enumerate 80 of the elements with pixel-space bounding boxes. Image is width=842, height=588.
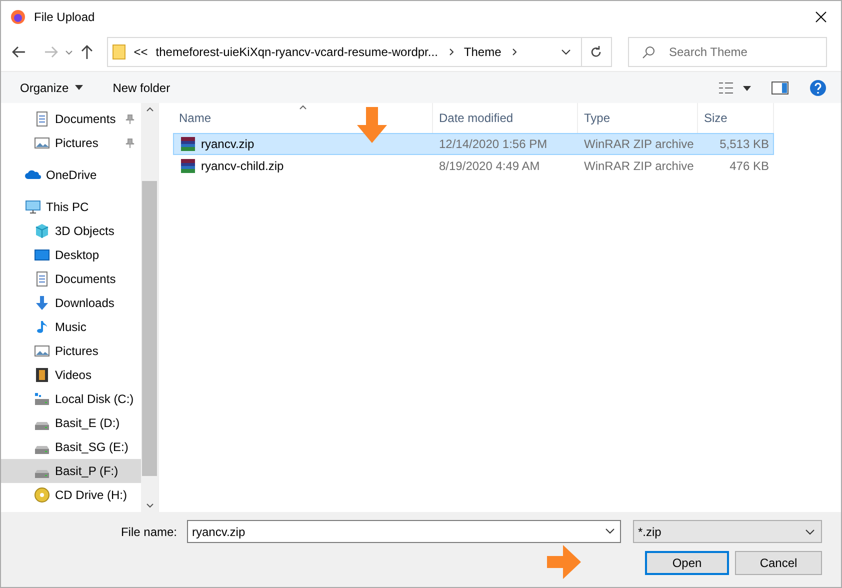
film-icon xyxy=(34,367,50,383)
browser-logo-icon xyxy=(10,9,26,25)
new-folder-button[interactable]: New folder xyxy=(112,80,170,94)
pin-icon[interactable] xyxy=(125,138,135,148)
help-icon[interactable] xyxy=(809,78,827,96)
sidebar-item[interactable]: Basit_E (D:) xyxy=(1,411,141,435)
picture-icon xyxy=(34,135,50,151)
window-title: File Upload xyxy=(34,10,96,24)
sidebar-item[interactable]: Documents xyxy=(1,267,141,291)
cd-icon xyxy=(34,487,50,503)
size-cell-text: 476 KB xyxy=(728,159,770,173)
size-cell-text: 5,513 KB xyxy=(718,137,770,151)
file-type-dropdown[interactable]: *.zip xyxy=(633,520,822,543)
archive-books-icon xyxy=(180,136,196,152)
sidebar-item[interactable]: Local Disk (C:) xyxy=(1,387,141,411)
organize-menu[interactable]: Organize xyxy=(20,80,83,94)
archive-books-icon xyxy=(180,158,196,174)
chevron-down-icon xyxy=(805,528,815,534)
desktop-icon xyxy=(34,247,50,263)
sidebar-item[interactable]: CD Drive (H:) xyxy=(1,483,141,507)
dialog-button[interactable]: Cancel xyxy=(735,551,822,575)
search-icon xyxy=(642,45,656,59)
scrollbar[interactable] xyxy=(141,103,158,512)
preview-pane-icon[interactable] xyxy=(771,80,789,94)
sidebar-item[interactable]: OneDrive xyxy=(1,163,141,187)
breadcrumb[interactable]: themeforest-uieKiXqn-ryancv-vcard-resume-wordpr... xyxy=(156,45,438,59)
dialog-button[interactable]: Open xyxy=(645,551,729,575)
type-cell-text: WinRAR ZIP archive xyxy=(583,137,695,151)
arrow-right-icon xyxy=(547,545,581,579)
scroll-up-icon[interactable] xyxy=(146,107,154,112)
sidebar-item[interactable]: Desktop xyxy=(1,243,141,267)
chevron-right-icon[interactable] xyxy=(511,48,520,56)
breadcrumb[interactable]: Theme xyxy=(464,45,502,59)
picture-icon xyxy=(34,343,50,359)
file-row[interactable]: ryancv.zip 12/14/2020 1:56 PM WinRAR ZIP archive 5,513 KB xyxy=(173,133,774,155)
recent-chevron-icon[interactable] xyxy=(64,50,73,54)
date-cell-text: 12/14/2020 1:56 PM xyxy=(438,137,548,151)
file-name-label: File name: xyxy=(120,524,177,538)
document-icon xyxy=(34,271,50,287)
type-cell-text: WinRAR ZIP archive xyxy=(583,159,695,173)
chevron-down-icon xyxy=(605,528,615,534)
disk-drive-icon xyxy=(34,445,50,454)
up-arrow-icon[interactable] xyxy=(78,44,95,60)
caret-icon xyxy=(74,85,83,90)
search-field[interactable]: Search Theme xyxy=(628,37,827,67)
sidebar-item[interactable]: Pictures xyxy=(1,339,141,363)
sidebar-item[interactable]: Videos xyxy=(1,363,141,387)
disk-drive-icon xyxy=(34,391,50,407)
address-overflow[interactable]: << xyxy=(134,45,148,59)
sidebar-item[interactable]: 3D Objects xyxy=(1,219,141,243)
pin-icon[interactable] xyxy=(125,114,135,124)
sidebar-item[interactable]: Pictures xyxy=(1,131,141,155)
disk-drive-icon xyxy=(34,421,50,430)
sort-caret-icon xyxy=(299,105,307,110)
scroll-down-icon[interactable] xyxy=(146,503,154,508)
file-name: ryancv.zip xyxy=(201,137,254,151)
sidebar-item[interactable]: Basit_SG (E:) xyxy=(1,435,141,459)
sidebar-item[interactable]: Music xyxy=(1,315,141,339)
file-name-field[interactable]: ryancv.zip xyxy=(187,520,621,543)
file-name: ryancv-child.zip xyxy=(201,159,284,173)
sidebar-item[interactable]: This PC xyxy=(1,195,141,219)
view-options-icon[interactable] xyxy=(719,82,753,94)
back-arrow-icon[interactable] xyxy=(11,44,27,60)
chevron-down-icon xyxy=(560,49,571,55)
disk-drive-icon xyxy=(34,469,50,478)
close-icon[interactable] xyxy=(815,11,827,23)
chevron-right-icon[interactable] xyxy=(448,48,456,56)
sidebar-item[interactable]: Downloads xyxy=(1,291,141,315)
monitor-icon xyxy=(25,199,41,215)
download-arrow-icon xyxy=(34,295,50,311)
refresh-icon[interactable] xyxy=(589,45,604,59)
address-bar[interactable]: << themeforest-uieKiXqn-ryancv-vcard-resume-wordpr... Theme xyxy=(106,37,612,67)
file-row[interactable]: ryancv-child.zip 8/19/2020 4:49 AM WinRAR ZIP archive 476 KB xyxy=(173,155,774,177)
document-icon xyxy=(34,111,50,127)
folder-icon xyxy=(112,44,126,60)
date-cell-text: 8/19/2020 4:49 AM xyxy=(438,159,541,173)
cube-icon xyxy=(34,223,50,239)
sidebar-item[interactable]: Basit_P (F:) xyxy=(1,459,141,483)
arrow-down-icon xyxy=(357,107,387,143)
sidebar-item[interactable]: Documents xyxy=(1,107,141,131)
